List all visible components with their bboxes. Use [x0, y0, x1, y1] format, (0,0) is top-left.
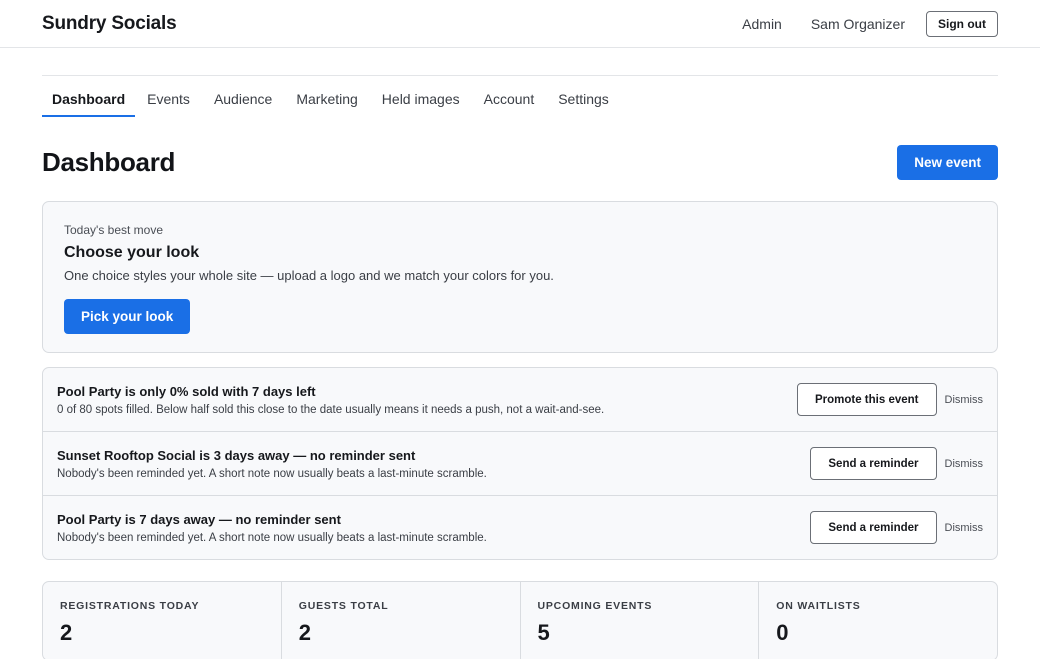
stat-on-waitlists: ON WAITLISTS 0: [759, 582, 997, 659]
tab-events[interactable]: Events: [135, 76, 202, 117]
list-item: Sunset Rooftop Social is 3 days away — n…: [43, 432, 997, 496]
best-move-title: Choose your look: [64, 244, 200, 261]
stat-guests-total: GUESTS TOTAL 2: [282, 582, 521, 659]
alert-title: Pool Party is 7 days away — no reminder …: [57, 511, 341, 527]
top-bar: Sundry Socials Admin Sam Organizer Sign …: [0, 0, 1040, 48]
promote-event-button[interactable]: Promote this event: [796, 383, 937, 416]
stat-label: GUESTS TOTAL: [298, 600, 389, 612]
stat-label: ON WAITLISTS: [776, 600, 861, 612]
tab-settings[interactable]: Settings: [546, 76, 621, 117]
stat-label: REGISTRATIONS TODAY: [60, 600, 200, 612]
stat-value: 5: [537, 620, 550, 645]
best-move-card: Today's best move Choose your look One c…: [42, 201, 998, 353]
best-move-kicker: Today's best move: [64, 223, 164, 237]
brand-logo[interactable]: Sundry Socials: [42, 13, 177, 35]
alerts-list: Pool Party is only 0% sold with 7 days l…: [42, 367, 998, 560]
page-header: Dashboard New event: [42, 145, 998, 180]
alert-description: 0 of 80 spots filled. Below half sold th…: [57, 403, 605, 416]
list-item: Pool Party is only 0% sold with 7 days l…: [43, 368, 997, 432]
pick-your-look-button[interactable]: Pick your look: [64, 299, 191, 334]
dismiss-button[interactable]: Dismiss: [945, 394, 984, 406]
tab-bar: Dashboard Events Audience Marketing Held…: [42, 75, 998, 117]
tab-audience[interactable]: Audience: [202, 76, 284, 117]
top-nav: Admin Sam Organizer Sign out: [713, 10, 998, 37]
alert-title: Pool Party is only 0% sold with 7 days l…: [57, 383, 316, 399]
alert-title: Sunset Rooftop Social is 3 days away — n…: [57, 447, 416, 463]
stat-upcoming-events: UPCOMING EVENTS 5: [521, 582, 760, 659]
tab-marketing[interactable]: Marketing: [284, 76, 369, 117]
page-title: Dashboard: [42, 147, 176, 177]
stat-value: 0: [776, 620, 789, 645]
stat-label: UPCOMING EVENTS: [537, 600, 653, 612]
stat-registrations-today: REGISTRATIONS TODAY 2: [43, 582, 282, 659]
main-content: Dashboard Events Audience Marketing Held…: [0, 75, 1040, 659]
tab-account[interactable]: Account: [472, 76, 547, 117]
dismiss-button[interactable]: Dismiss: [945, 458, 984, 470]
tab-dashboard[interactable]: Dashboard: [42, 76, 136, 117]
best-move-description: One choice styles your whole site — uplo…: [64, 268, 554, 283]
alert-description: Nobody's been reminded yet. A short note…: [57, 531, 487, 544]
list-item: Pool Party is 7 days away — no reminder …: [43, 496, 997, 559]
user-name[interactable]: Sam Organizer: [811, 16, 905, 32]
alert-description: Nobody's been reminded yet. A short note…: [57, 467, 487, 480]
stat-value: 2: [298, 620, 311, 645]
send-reminder-button[interactable]: Send a reminder: [810, 447, 937, 480]
new-event-button[interactable]: New event: [897, 145, 998, 180]
dismiss-button[interactable]: Dismiss: [945, 522, 984, 534]
sign-out-button[interactable]: Sign out: [926, 10, 998, 37]
admin-link[interactable]: Admin: [742, 16, 782, 32]
stat-value: 2: [60, 620, 73, 645]
tab-held-images[interactable]: Held images: [370, 76, 472, 117]
send-reminder-button[interactable]: Send a reminder: [810, 511, 937, 544]
stats-panel: REGISTRATIONS TODAY 2 GUESTS TOTAL 2 UPC…: [42, 581, 998, 659]
